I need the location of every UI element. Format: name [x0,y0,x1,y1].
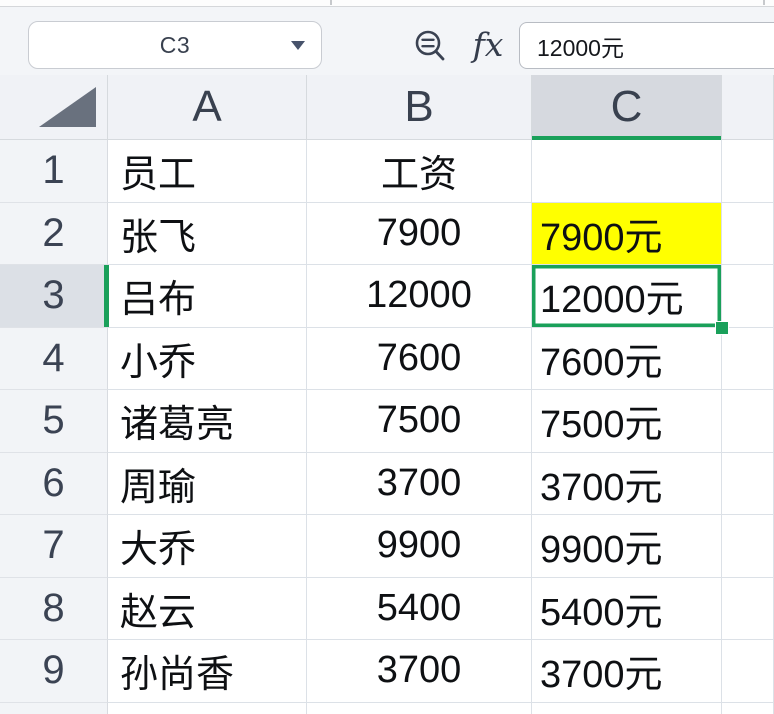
formula-input[interactable]: 12000元 [519,22,774,69]
cell-B9[interactable]: 3700 [307,640,532,703]
cell-C10[interactable] [532,702,722,714]
cell-A2[interactable]: 张飞 [108,202,307,265]
cell-D5[interactable] [722,390,774,453]
toolbar-divider [330,0,332,5]
cell-D4[interactable] [722,327,774,390]
cell-B8[interactable]: 5400 [307,577,532,640]
sheet-row-4: 4 小乔 7600 7600元 [0,327,774,390]
sheet-row-9: 9 孙尚香 3700 3700元 [0,640,774,703]
toolbar-bottom-edge [0,0,774,7]
cell-B6[interactable]: 3700 [307,452,532,515]
cell-B3[interactable]: 12000 [307,265,532,328]
cell-C1[interactable] [532,140,722,203]
column-header-b[interactable]: B [307,75,532,140]
cell-B5[interactable]: 7500 [307,390,532,453]
cell-C8[interactable]: 5400元 [532,577,722,640]
column-header-a[interactable]: A [108,75,307,140]
row-header-4[interactable]: 4 [0,327,108,390]
cell-B2[interactable]: 7900 [307,202,532,265]
row-header-1[interactable]: 1 [0,140,108,203]
name-box-value: C3 [159,31,191,58]
cell-B7[interactable]: 9900 [307,515,532,578]
insert-function-icon[interactable]: fx [464,25,512,67]
row-header-8[interactable]: 8 [0,577,108,640]
chevron-down-icon[interactable] [291,41,305,50]
sheet-row-5: 5 诸葛亮 7500 7500元 [0,390,774,453]
sheet-row-2: 2 张飞 7900 7900元 [0,202,774,265]
row-header-9[interactable]: 9 [0,640,108,703]
formula-bar: C3 fx 12000元 [0,8,774,75]
cell-B1[interactable]: 工资 [307,140,532,203]
cell-A4[interactable]: 小乔 [108,327,307,390]
cell-C6[interactable]: 3700元 [532,452,722,515]
row-header-7[interactable]: 7 [0,515,108,578]
cell-D6[interactable] [722,452,774,515]
sheet-grid: 1 员工 工资 2 张飞 7900 7900元 3 吕布 12000 12000… [0,140,774,714]
toolbar-divider [763,0,765,5]
cell-D8[interactable] [722,577,774,640]
cell-A10[interactable] [108,702,307,714]
name-box[interactable]: C3 [28,21,322,69]
column-header-row: A B C [0,75,774,141]
cell-A9[interactable]: 孙尚香 [108,640,307,703]
row-header-10[interactable] [0,702,108,714]
cell-C7[interactable]: 9900元 [532,515,722,578]
sheet-row-7: 7 大乔 9900 9900元 [0,515,774,578]
cell-C9[interactable]: 3700元 [532,640,722,703]
select-all-corner[interactable] [0,75,108,140]
cell-B4[interactable]: 7600 [307,327,532,390]
cell-A3[interactable]: 吕布 [108,265,307,328]
cell-D2[interactable] [722,202,774,265]
select-all-icon [39,87,96,127]
cell-A6[interactable]: 周瑜 [108,452,307,515]
fill-handle[interactable] [715,320,729,335]
cell-D9[interactable] [722,640,774,703]
column-header-c[interactable]: C [532,75,722,141]
cell-C2[interactable]: 7900元 [532,202,722,265]
sheet-row-8: 8 赵云 5400 5400元 [0,577,774,640]
column-header-d[interactable] [722,75,774,140]
cell-D10[interactable] [722,702,774,714]
sheet-row-10-partial [0,702,774,714]
cell-C3-value: 12000元 [540,279,684,322]
sheet-row-6: 6 周瑜 3700 3700元 [0,452,774,515]
cell-D7[interactable] [722,515,774,578]
cell-C5[interactable]: 7500元 [532,390,722,453]
row-header-2[interactable]: 2 [0,202,108,265]
sheet-row-3: 3 吕布 12000 12000元 [0,265,774,335]
search-formula-icon[interactable] [412,28,450,66]
row-header-3[interactable]: 3 [0,265,109,328]
sheet-row-1: 1 员工 工资 [0,140,774,203]
cell-A5[interactable]: 诸葛亮 [108,390,307,453]
cell-A1[interactable]: 员工 [108,140,307,203]
row-header-5[interactable]: 5 [0,390,108,453]
cell-A8[interactable]: 赵云 [108,577,307,640]
cell-A7[interactable]: 大乔 [108,515,307,578]
cell-C3-selected[interactable]: 12000元 [532,265,729,335]
row-header-6[interactable]: 6 [0,452,108,515]
spreadsheet-app: C3 fx 12000元 A B C 1 员工 工资 2 张飞 7900 790… [0,0,774,714]
formula-input-value: 12000元 [537,34,624,61]
cell-D3[interactable] [722,265,774,328]
cell-C4[interactable]: 7600元 [532,327,722,390]
cell-D1[interactable] [722,140,774,203]
cell-B10[interactable] [307,702,532,714]
